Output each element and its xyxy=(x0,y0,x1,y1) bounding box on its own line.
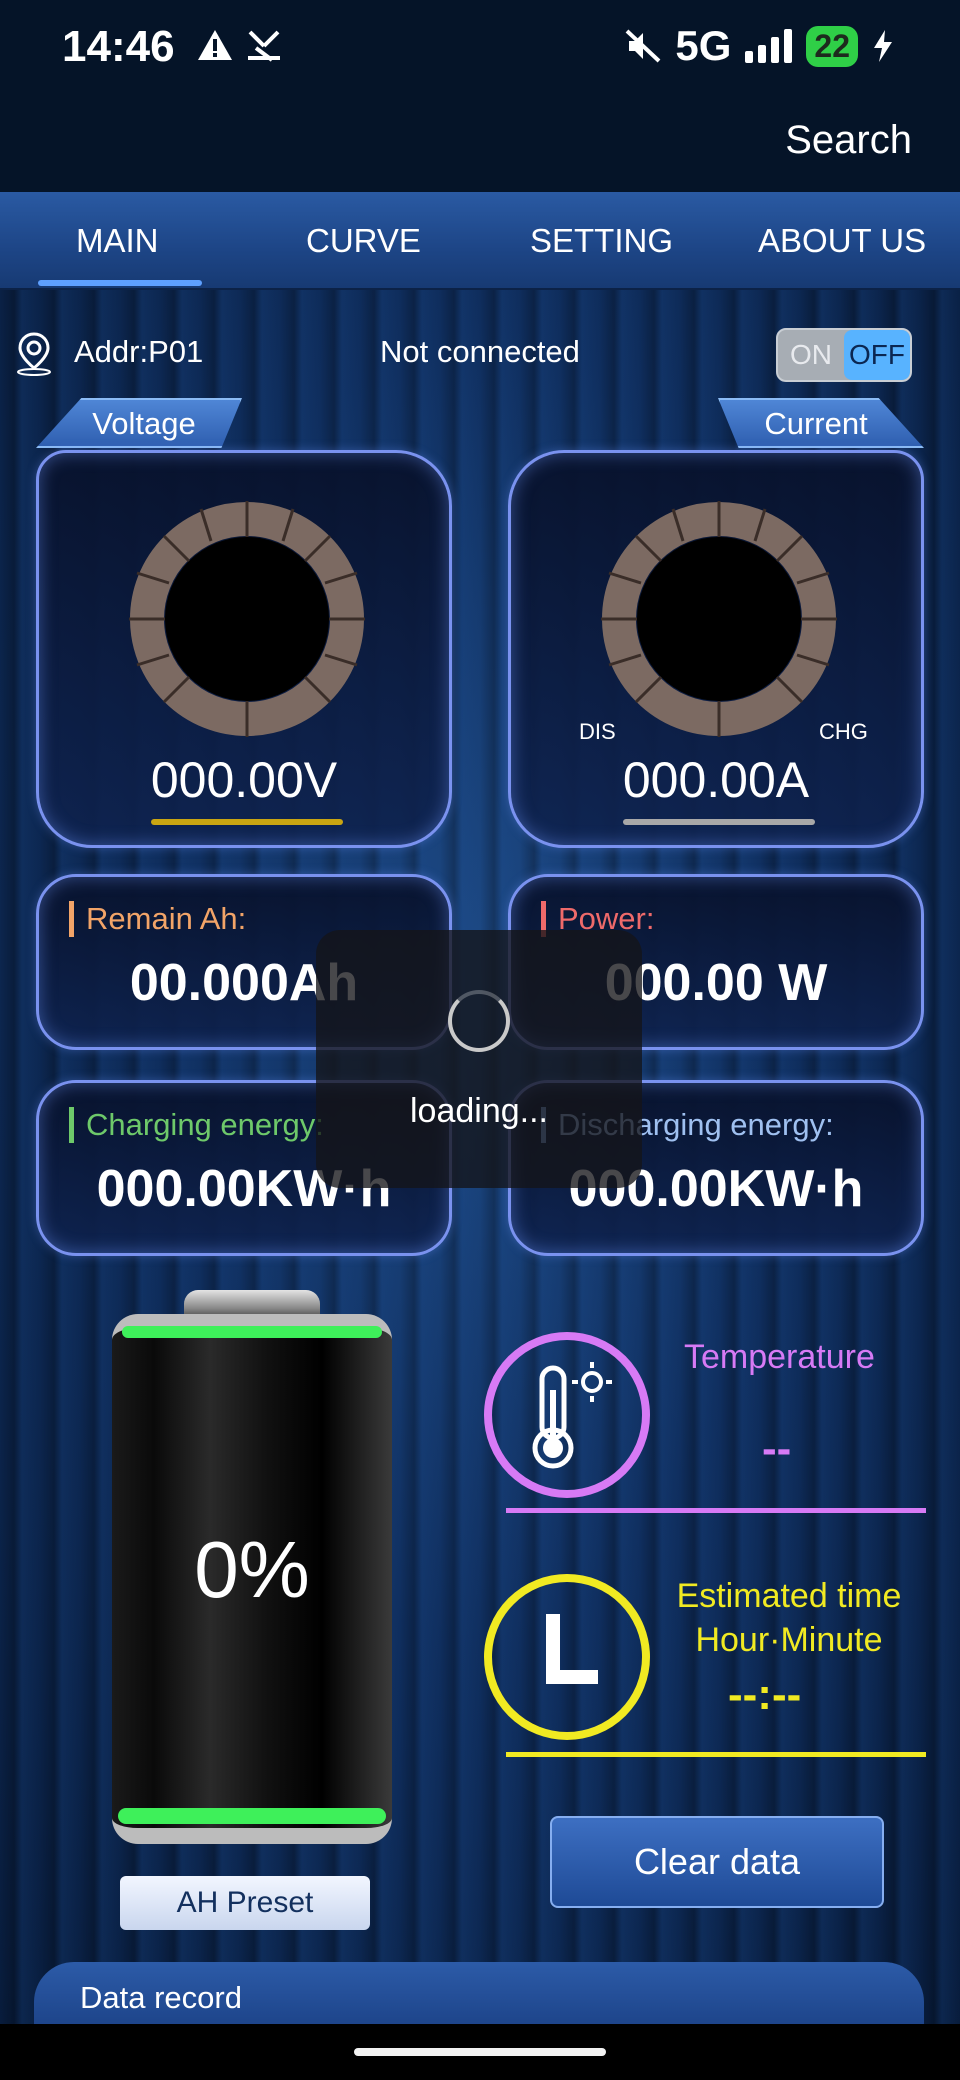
tab-setting[interactable]: SETTING xyxy=(530,222,673,260)
time-circle xyxy=(484,1574,650,1740)
battery-graphic: 0% xyxy=(112,1290,392,1850)
thermometer-icon xyxy=(532,1362,612,1469)
temperature-underline xyxy=(506,1508,926,1513)
estimated-time-title: Estimated time Hour·Minute xyxy=(664,1574,914,1662)
loading-spinner-icon xyxy=(448,990,510,1052)
charging-energy-label: Charging energy: xyxy=(69,1107,324,1143)
charge-label: CHG xyxy=(819,719,868,744)
data-record-label: Data record xyxy=(80,1980,242,2015)
mute-icon xyxy=(626,29,661,63)
active-tab-indicator xyxy=(38,280,202,286)
battery-percent: 0% xyxy=(194,1525,310,1614)
power-toggle[interactable]: ON OFF xyxy=(776,328,912,382)
toggle-on-label: ON xyxy=(790,339,832,370)
system-nav-bar xyxy=(0,2024,960,2080)
current-gauge xyxy=(601,501,837,737)
home-handle[interactable] xyxy=(354,2048,606,2056)
loading-overlay: loading... xyxy=(316,930,642,1188)
location-pin-icon xyxy=(17,332,51,376)
loading-text: loading... xyxy=(410,1092,548,1130)
ah-preset-button[interactable]: AH Preset xyxy=(120,1876,370,1930)
tab-about-us[interactable]: ABOUT US xyxy=(758,222,926,260)
status-left-icons xyxy=(196,26,284,71)
signal-icon xyxy=(745,29,793,63)
bolt-icon xyxy=(874,30,892,62)
device-address: Addr:P01 xyxy=(74,334,204,369)
device-row: Addr:P01 Not connected ON OFF xyxy=(0,328,960,388)
status-bar: 14:46 5G 22 xyxy=(0,0,960,100)
battery-ring-bottom xyxy=(118,1808,386,1824)
tab-curve[interactable]: CURVE xyxy=(306,222,421,260)
time-underline xyxy=(506,1752,926,1757)
location-off-icon xyxy=(248,30,281,62)
temperature-title: Temperature xyxy=(684,1338,875,1376)
voltage-panel: 000.00V xyxy=(36,450,452,848)
status-right: 5G 22 xyxy=(625,22,894,70)
discharge-label: DIS xyxy=(579,719,616,744)
estimated-time-title-line1: Estimated time xyxy=(676,1577,902,1615)
connection-status: Not connected xyxy=(380,334,580,369)
clock-icon xyxy=(546,1614,598,1684)
estimated-time-value: --:-- xyxy=(728,1670,802,1719)
battery-ring-top xyxy=(122,1326,382,1338)
tab-main[interactable]: MAIN xyxy=(76,222,159,260)
voltage-gauge xyxy=(129,501,365,737)
search-button[interactable]: Search xyxy=(785,118,912,163)
remain-ah-label: Remain Ah: xyxy=(69,901,246,937)
clear-data-button[interactable]: Clear data xyxy=(550,1816,884,1908)
header-bar: Search xyxy=(0,100,960,192)
warning-icon xyxy=(198,30,232,60)
current-panel: DIS CHG 000.00A xyxy=(508,450,924,848)
toggle-off-label: OFF xyxy=(844,330,910,380)
battery-level: 22 xyxy=(806,25,858,67)
network-type: 5G xyxy=(675,22,732,69)
data-record-bar[interactable]: Data record xyxy=(34,1962,924,2032)
status-time: 14:46 xyxy=(62,22,175,71)
current-underline xyxy=(623,819,815,825)
voltage-underline xyxy=(151,819,343,825)
tab-bar: MAIN CURVE SETTING ABOUT US xyxy=(0,192,960,290)
temperature-circle xyxy=(484,1332,650,1498)
estimated-time-title-line2: Hour·Minute xyxy=(695,1621,883,1659)
temperature-value: -- xyxy=(762,1424,792,1473)
current-value: 000.00A xyxy=(622,752,810,808)
voltage-value: 000.00V xyxy=(150,752,338,808)
